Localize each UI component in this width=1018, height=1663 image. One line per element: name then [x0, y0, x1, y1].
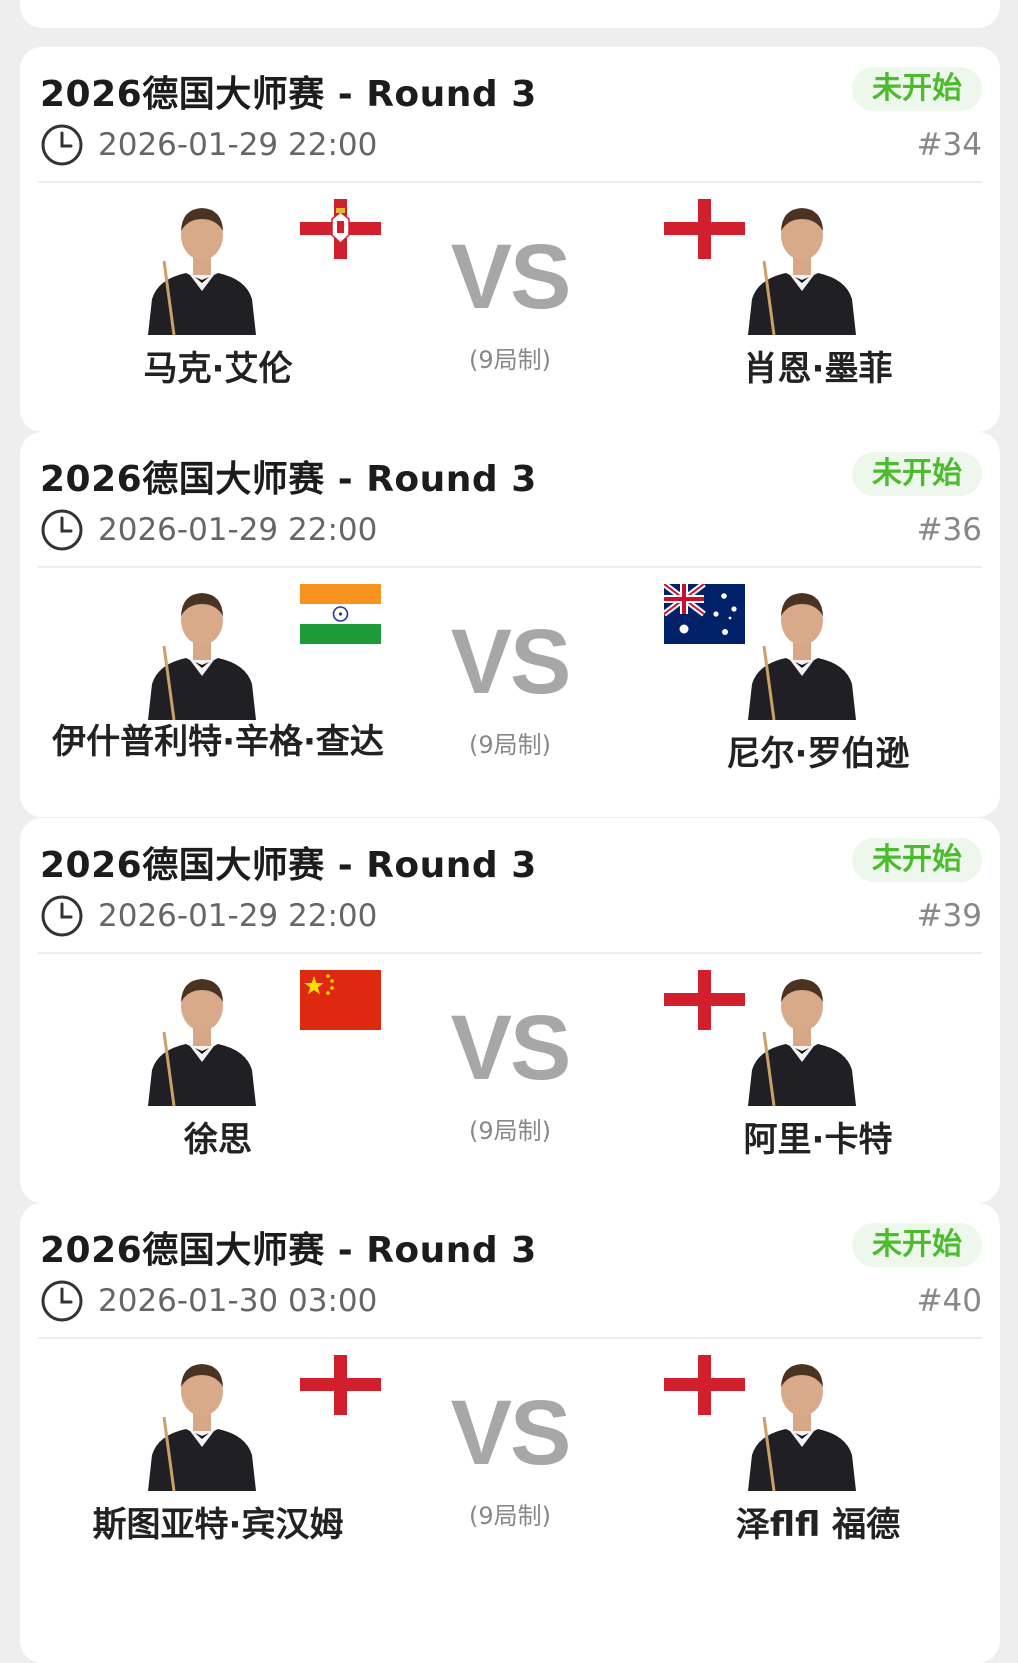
- match-time-row: 2026-01-29 22:00: [40, 894, 377, 938]
- player-avatar: [138, 1351, 266, 1491]
- england-flag-icon: [664, 199, 745, 259]
- vs-label: VS: [450, 997, 572, 1099]
- match-title: 2026德国大师赛 - Round 3: [40, 1230, 537, 1271]
- match-number: #36: [916, 512, 982, 548]
- player-one[interactable]: 徐思: [48, 958, 388, 1198]
- player-name: 伊什普利特·辛格·查达: [52, 722, 384, 762]
- player-one[interactable]: 斯图亚特·宾汉姆: [48, 1343, 388, 1583]
- match-card[interactable]: 2026德国大师赛 - Round 3 未开始 2026-01-29 22:00…: [20, 432, 1000, 817]
- player-name: 徐思: [184, 1120, 252, 1160]
- player-one[interactable]: 马克·艾伦: [48, 187, 388, 427]
- player-name: 阿里·卡特: [743, 1120, 893, 1160]
- divider: [38, 181, 982, 183]
- match-title: 2026德国大师赛 - Round 3: [40, 459, 537, 500]
- india-flag-icon: [300, 584, 381, 644]
- match-card[interactable]: 2026德国大师赛 - Round 3 未开始 2026-01-29 22:00…: [20, 818, 1000, 1203]
- divider: [38, 952, 982, 954]
- china-flag-icon: [300, 970, 381, 1030]
- clock-icon: [40, 508, 84, 552]
- player-avatar: [738, 580, 866, 720]
- player-avatar: [138, 966, 266, 1106]
- vs-block: VS (9局制): [410, 1382, 610, 1531]
- status-badge: 未开始: [852, 67, 982, 111]
- australia-flag-icon: [664, 584, 745, 644]
- england-flag-icon: [300, 1355, 381, 1415]
- clock-icon: [40, 123, 84, 167]
- player-one[interactable]: 伊什普利特·辛格·查达: [48, 572, 388, 812]
- player-name: 尼尔·罗伯逊: [726, 734, 910, 774]
- player-name: 泽flfl 福德: [735, 1505, 901, 1545]
- player-name: 斯图亚特·宾汉姆: [92, 1505, 344, 1545]
- england-flag-icon: [664, 1355, 745, 1415]
- match-card[interactable]: 2026德国大师赛 - Round 3 未开始 2026-01-30 03:00…: [20, 1203, 1000, 1663]
- match-title: 2026德国大师赛 - Round 3: [40, 74, 537, 115]
- player-two[interactable]: 肖恩·墨菲: [648, 187, 988, 427]
- player-avatar: [738, 195, 866, 335]
- player-avatar: [138, 195, 266, 335]
- divider: [38, 566, 982, 568]
- previous-card-stub: [20, 0, 1000, 28]
- match-time: 2026-01-29 22:00: [98, 898, 378, 934]
- match-format: (9局制): [469, 1117, 551, 1145]
- match-title: 2026德国大师赛 - Round 3: [40, 845, 537, 886]
- northern-ireland-flag-icon: [300, 199, 381, 259]
- match-number: #40: [916, 1283, 982, 1319]
- vs-block: VS (9局制): [410, 997, 610, 1146]
- status-badge: 未开始: [852, 838, 982, 882]
- status-badge: 未开始: [852, 452, 982, 496]
- divider: [38, 1337, 982, 1339]
- player-avatar: [738, 1351, 866, 1491]
- match-time-row: 2026-01-29 22:00: [40, 123, 377, 167]
- clock-icon: [40, 894, 84, 938]
- match-card[interactable]: 2026德国大师赛 - Round 3 未开始 2026-01-29 22:00…: [20, 47, 1000, 432]
- status-badge: 未开始: [852, 1223, 982, 1267]
- player-two[interactable]: 阿里·卡特: [648, 958, 988, 1198]
- player-name: 马克·艾伦: [143, 349, 293, 389]
- vs-label: VS: [450, 1382, 572, 1484]
- match-time: 2026-01-29 22:00: [98, 127, 378, 163]
- vs-label: VS: [450, 611, 572, 713]
- match-time-row: 2026-01-30 03:00: [40, 1279, 377, 1323]
- match-format: (9局制): [469, 346, 551, 374]
- clock-icon: [40, 1279, 84, 1323]
- player-avatar: [738, 966, 866, 1106]
- match-time: 2026-01-29 22:00: [98, 512, 378, 548]
- player-name: 肖恩·墨菲: [743, 349, 893, 389]
- match-time-row: 2026-01-29 22:00: [40, 508, 377, 552]
- match-number: #39: [916, 898, 982, 934]
- player-two[interactable]: 泽flfl 福德: [648, 1343, 988, 1583]
- player-two[interactable]: 尼尔·罗伯逊: [648, 572, 988, 812]
- vs-label: VS: [450, 226, 572, 328]
- match-number: #34: [916, 127, 982, 163]
- vs-block: VS (9局制): [410, 226, 610, 375]
- match-time: 2026-01-30 03:00: [98, 1283, 378, 1319]
- match-format: (9局制): [469, 1502, 551, 1530]
- match-format: (9局制): [469, 731, 551, 759]
- vs-block: VS (9局制): [410, 611, 610, 760]
- player-avatar: [138, 580, 266, 720]
- england-flag-icon: [664, 970, 745, 1030]
